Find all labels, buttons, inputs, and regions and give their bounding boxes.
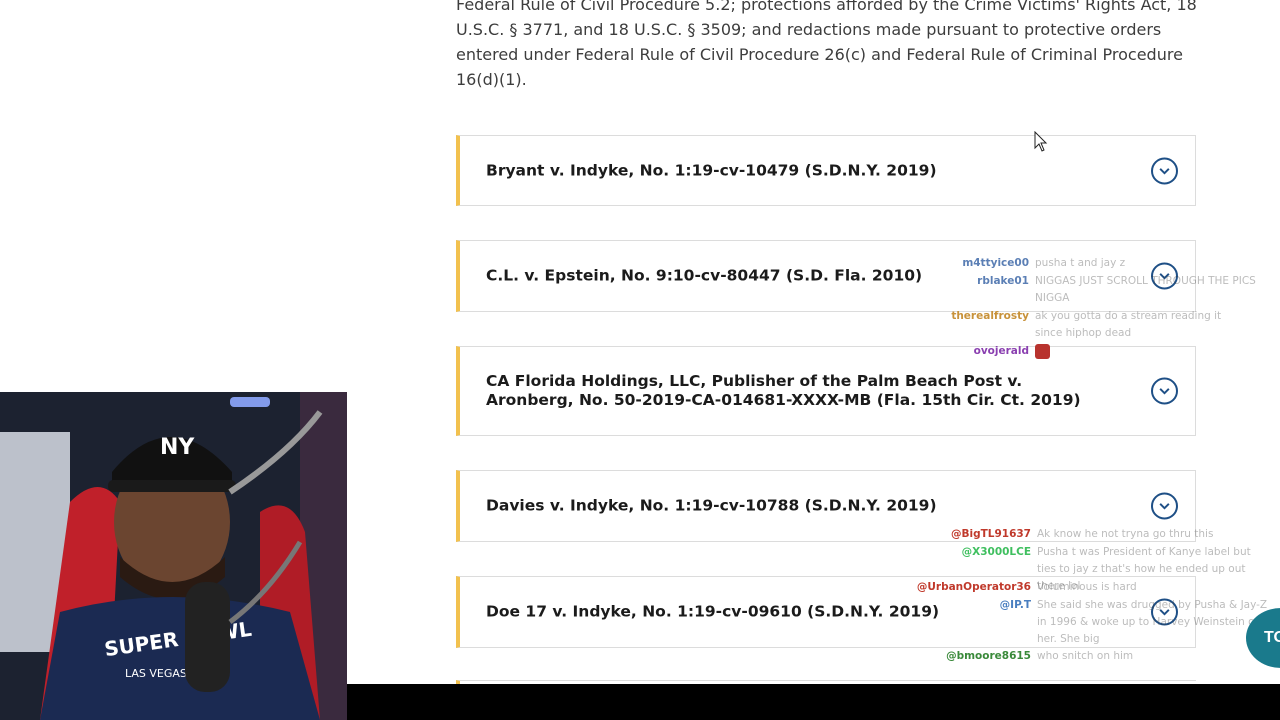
chat-message: m4ttyice00 pusha t and jay z xyxy=(900,255,1240,272)
case-title: CA Florida Holdings, LLC, Publisher of t… xyxy=(486,372,1081,409)
chat-message: @IP.T She said she was drugged by Pusha … xyxy=(900,597,1275,648)
chevron-down-icon xyxy=(1159,503,1170,510)
chat-text: NIGGAS JUST SCROLL THROUGH THE PICS NIGG… xyxy=(1035,275,1256,304)
chat-text: She said she was drugged by Pusha & Jay-… xyxy=(1037,599,1268,645)
chat-text: who snitch on him xyxy=(1037,650,1134,662)
emote-icon xyxy=(1035,344,1050,359)
chat-username: @IP.T xyxy=(999,599,1031,611)
cap-logo: NY xyxy=(160,435,195,460)
chat-message: @BigTL91637 Ak know he not tryna go thru… xyxy=(900,526,1230,543)
chat-text: Voluminous is hard xyxy=(1037,581,1137,593)
streamer-video-frame: NY SUPER BOWL LAS VEGAS xyxy=(0,392,347,720)
case-accordion-ca-florida[interactable]: CA Florida Holdings, LLC, Publisher of t… xyxy=(456,346,1196,436)
chat-message: @UrbanOperator36 Voluminous is hard xyxy=(900,579,1180,596)
case-accordion-bryant[interactable]: Bryant v. Indyke, No. 1:19-cv-10479 (S.D… xyxy=(456,135,1196,206)
case-title: Davies v. Indyke, No. 1:19-cv-10788 (S.D… xyxy=(486,496,937,515)
chat-message: @bmoore8615 who snitch on him xyxy=(900,648,1140,665)
chat-text: ak you gotta do a stream reading it sinc… xyxy=(1035,310,1222,339)
expand-button[interactable] xyxy=(1151,492,1178,520)
intro-paragraph: Federal Rule of Civil Procedure 5.2; pro… xyxy=(456,0,1197,89)
chat-text: pusha t and jay z xyxy=(1035,257,1126,269)
chat-username: @X3000LCE xyxy=(961,546,1031,558)
chat-message: ovojerald xyxy=(900,343,1060,360)
chat-message: therealfrosty ak you gotta do a stream r… xyxy=(900,308,1245,342)
expand-button[interactable] xyxy=(1151,157,1178,184)
chevron-down-icon xyxy=(1159,388,1170,395)
chat-username: therealfrosty xyxy=(951,310,1029,322)
chat-username: m4ttyice00 xyxy=(962,257,1029,269)
chat-text: Ak know he not tryna go thru this xyxy=(1037,528,1214,540)
back-to-top-label: TO xyxy=(1264,629,1280,646)
webcam-overlay: NY SUPER BOWL LAS VEGAS xyxy=(0,392,347,720)
stream-bottom-bar xyxy=(347,684,1280,720)
chat-message: @X3000LCE Pusha t was President of Kanye… xyxy=(900,544,1270,592)
mouse-pointer-icon xyxy=(1034,131,1048,152)
chat-username: @bmoore8615 xyxy=(946,650,1031,662)
chat-username: @BigTL91637 xyxy=(950,528,1031,540)
shirt-logo-subtext: LAS VEGAS xyxy=(125,667,187,680)
case-title: Bryant v. Indyke, No. 1:19-cv-10479 (S.D… xyxy=(486,161,937,179)
chat-username: @UrbanOperator36 xyxy=(916,581,1031,593)
chat-username: rblake01 xyxy=(977,275,1029,287)
chevron-down-icon xyxy=(1159,167,1170,175)
chat-username: ovojerald xyxy=(973,345,1029,357)
chat-message: rblake01 NIGGAS JUST SCROLL THROUGH THE … xyxy=(900,273,1260,307)
expand-button[interactable] xyxy=(1151,377,1178,405)
